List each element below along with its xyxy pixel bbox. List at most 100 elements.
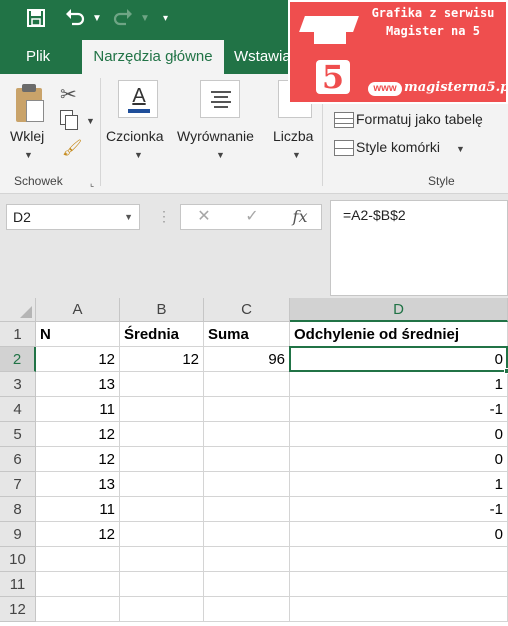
insert-function-icon[interactable]: fx [285,206,315,228]
save-icon[interactable] [26,8,46,30]
alignment-icon[interactable] [200,80,240,118]
cut-icon[interactable]: ✂ [60,82,77,107]
formula-input[interactable]: =A2-$B$2 [330,200,508,296]
cell-b7[interactable] [120,472,204,497]
cell-a4[interactable]: 11 [36,397,120,422]
cell-c7[interactable] [204,472,290,497]
cell-c3[interactable] [204,372,290,397]
row-header-1[interactable]: 1 [0,322,36,347]
cell-d6[interactable]: 0 [290,447,508,472]
copy-icon[interactable] [60,110,78,130]
cell-a7[interactable]: 13 [36,472,120,497]
cell-a9[interactable]: 12 [36,522,120,547]
cell-a8[interactable]: 11 [36,497,120,522]
cell-b6[interactable] [120,447,204,472]
cell-styles-button[interactable]: Style komórki [356,139,440,155]
cell-d11[interactable] [290,572,508,597]
enter-icon[interactable]: ✓ [237,206,267,228]
select-all-button[interactable] [0,298,36,322]
row-header-8[interactable]: 8 [0,497,36,522]
redo-dropdown-icon[interactable]: ▼ [140,8,150,30]
cancel-icon[interactable]: ✕ [189,206,219,228]
number-dropdown-icon[interactable]: ▼ [292,150,301,160]
cell-d5[interactable]: 0 [290,422,508,447]
row-header-5[interactable]: 5 [0,422,36,447]
formula-bar-grip-icon[interactable]: ⋮ [157,208,171,225]
cell-d10[interactable] [290,547,508,572]
row-header-4[interactable]: 4 [0,397,36,422]
column-header-c[interactable]: C [204,298,290,322]
tab-file[interactable]: Plik [22,40,54,74]
alignment-dropdown-icon[interactable]: ▼ [216,150,225,160]
cell-b10[interactable] [120,547,204,572]
cell-a2[interactable]: 12 [36,347,120,372]
name-box[interactable]: D2 ▼ [6,204,140,230]
cell-c5[interactable] [204,422,290,447]
cell-styles-dropdown-icon[interactable]: ▼ [456,144,465,154]
format-as-table-icon[interactable] [334,112,354,128]
fill-handle[interactable] [504,368,508,374]
row-header-9[interactable]: 9 [0,522,36,547]
row-header-10[interactable]: 10 [0,547,36,572]
copy-dropdown-icon[interactable]: ▼ [86,116,95,126]
row-header-12[interactable]: 12 [0,597,36,622]
cell-b8[interactable] [120,497,204,522]
cell-b11[interactable] [120,572,204,597]
cell-a5[interactable]: 12 [36,422,120,447]
column-header-b[interactable]: B [120,298,204,322]
cell-c1[interactable]: Suma [204,322,290,347]
tab-home[interactable]: Narzędzia główne [82,40,224,74]
redo-icon[interactable] [112,8,134,30]
customize-toolbar-icon[interactable]: ▾ [163,8,173,30]
font-button[interactable]: Czcionka [106,128,164,144]
tab-insert[interactable]: Wstawia [230,40,295,74]
paste-button[interactable]: Wklej [10,128,44,144]
cell-c8[interactable] [204,497,290,522]
cell-c12[interactable] [204,597,290,622]
row-header-6[interactable]: 6 [0,447,36,472]
cell-c2[interactable]: 96 [204,347,290,372]
paste-dropdown-icon[interactable]: ▼ [24,150,33,160]
row-header-2[interactable]: 2 [0,347,36,372]
cell-a12[interactable] [36,597,120,622]
cell-c9[interactable] [204,522,290,547]
format-as-table-button[interactable]: Formatuj jako tabelę [356,111,483,127]
column-header-d[interactable]: D [290,298,508,322]
cell-a1[interactable]: N [36,322,120,347]
paste-icon[interactable] [12,82,46,124]
row-header-11[interactable]: 11 [0,572,36,597]
cell-d7[interactable]: 1 [290,472,508,497]
undo-dropdown-icon[interactable]: ▼ [92,8,102,30]
cell-c10[interactable] [204,547,290,572]
cell-a10[interactable] [36,547,120,572]
column-header-a[interactable]: A [36,298,120,322]
cell-c4[interactable] [204,397,290,422]
cell-c6[interactable] [204,447,290,472]
font-icon[interactable]: A [118,80,158,118]
cell-b2[interactable]: 12 [120,347,204,372]
cell-d4[interactable]: -1 [290,397,508,422]
cell-a3[interactable]: 13 [36,372,120,397]
cell-c11[interactable] [204,572,290,597]
row-header-7[interactable]: 7 [0,472,36,497]
cell-b3[interactable] [120,372,204,397]
cell-d3[interactable]: 1 [290,372,508,397]
cell-d1[interactable]: Odchylenie od średniej [290,322,508,347]
cell-styles-icon[interactable] [334,140,354,156]
cell-b4[interactable] [120,397,204,422]
cell-d12[interactable] [290,597,508,622]
font-dropdown-icon[interactable]: ▼ [134,150,143,160]
cell-a11[interactable] [36,572,120,597]
cell-d9[interactable]: 0 [290,522,508,547]
clipboard-launcher-icon[interactable]: ⌞ [90,178,94,189]
cell-d8[interactable]: -1 [290,497,508,522]
row-header-3[interactable]: 3 [0,372,36,397]
cell-b1[interactable]: Średnia [120,322,204,347]
name-box-dropdown-icon[interactable]: ▼ [124,205,133,229]
format-painter-icon[interactable]: 🖌 [62,138,82,158]
cell-b5[interactable] [120,422,204,447]
cell-b9[interactable] [120,522,204,547]
undo-icon[interactable] [64,8,86,30]
number-button[interactable]: Liczba [273,128,313,144]
alignment-button[interactable]: Wyrównanie [177,128,254,144]
